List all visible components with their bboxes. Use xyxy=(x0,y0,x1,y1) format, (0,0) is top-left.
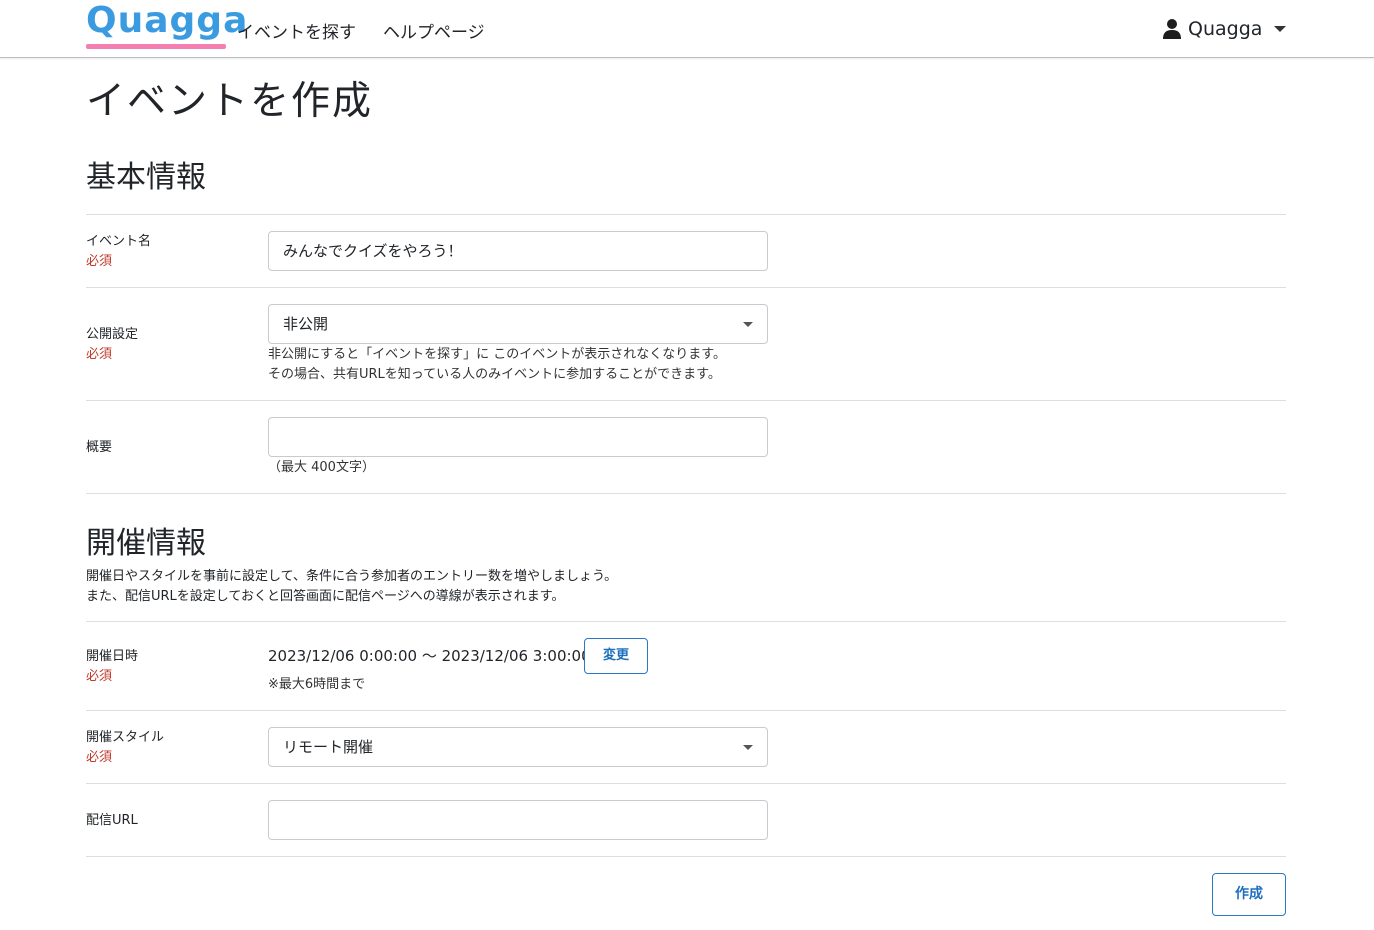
description-line: また、配信URLを設定しておくと回答画面に配信ページへの導線が表示されます。 xyxy=(86,589,565,604)
summary-label: 概要 xyxy=(86,438,112,458)
visibility-help-line: その場合、共有URLを知っている人のみイベントに参加することができます。 xyxy=(268,367,721,382)
create-button[interactable]: 作成 xyxy=(1212,873,1286,916)
required-badge: 必須 xyxy=(86,750,113,765)
divider xyxy=(86,710,1286,711)
quagga-logo[interactable]: Quagga xyxy=(86,0,247,50)
visibility-help: 非公開にすると「イベントを探す」に このイベントが表示されなくなります。 その場… xyxy=(268,345,726,385)
divider xyxy=(86,214,1286,215)
user-name: Quagga xyxy=(1188,18,1263,40)
visibility-label: 公開設定 必須 xyxy=(86,325,138,365)
stream-url-label: 配信URL xyxy=(86,811,138,831)
summary-help: （最大 400文字） xyxy=(268,460,375,475)
visibility-help-line: 非公開にすると「イベントを探す」に このイベントが表示されなくなります。 xyxy=(268,347,726,362)
style-selected-value: リモート開催 xyxy=(283,738,374,756)
divider xyxy=(86,287,1286,288)
visibility-select[interactable]: 非公開 xyxy=(268,304,768,344)
section-title-basic-info: 基本情報 xyxy=(86,160,206,195)
nav-link-help[interactable]: ヘルプページ xyxy=(383,18,485,43)
style-select[interactable]: リモート開催 xyxy=(268,727,768,767)
chevron-down-icon xyxy=(743,745,753,750)
description-line: 開催日やスタイルを事前に設定して、条件に合う参加者のエントリー数を増やしましょう… xyxy=(86,569,618,584)
change-datetime-button[interactable]: 変更 xyxy=(584,638,648,674)
divider xyxy=(86,493,1286,494)
user-icon xyxy=(1163,19,1181,39)
page-title: イベントを作成 xyxy=(86,79,374,124)
event-name-input[interactable]: みんなでクイズをやろう！ xyxy=(268,231,768,271)
event-name-label: イベント名 必須 xyxy=(86,232,151,272)
chevron-down-icon xyxy=(743,322,753,327)
required-badge: 必須 xyxy=(86,669,113,684)
event-name-label-text: イベント名 xyxy=(86,234,152,249)
style-label-text: 開催スタイル xyxy=(86,730,165,745)
nav-link-find-events[interactable]: イベントを探す xyxy=(237,18,356,43)
logo-underline xyxy=(86,44,226,49)
stream-url-input[interactable] xyxy=(268,800,768,840)
style-label: 開催スタイル 必須 xyxy=(86,728,164,768)
divider xyxy=(86,400,1286,401)
section-title-event-info: 開催情報 xyxy=(86,526,206,561)
datetime-label: 開催日時 必須 xyxy=(86,647,138,687)
summary-textarea[interactable] xyxy=(268,417,768,457)
summary-label-text: 概要 xyxy=(86,440,113,455)
datetime-value: 2023/12/06 0:00:00 ～ 2023/12/06 3:00:00 xyxy=(268,647,591,665)
required-badge: 必須 xyxy=(86,347,113,362)
datetime-help: ※最大6時間まで xyxy=(268,677,366,692)
visibility-label-text: 公開設定 xyxy=(86,327,139,342)
divider xyxy=(86,856,1286,857)
visibility-selected-value: 非公開 xyxy=(283,315,329,333)
event-info-description: 開催日やスタイルを事前に設定して、条件に合う参加者のエントリー数を増やしましょう… xyxy=(86,567,617,607)
required-badge: 必須 xyxy=(86,254,113,269)
user-menu-dropdown[interactable]: Quagga xyxy=(1162,16,1287,42)
navbar: Quagga イベントを探す ヘルプページ Quagga xyxy=(0,0,1374,58)
divider xyxy=(86,621,1286,622)
logo-text: Quagga xyxy=(86,0,249,41)
divider xyxy=(86,783,1286,784)
chevron-down-icon xyxy=(1274,26,1287,32)
stream-url-label-text: 配信URL xyxy=(86,813,138,828)
datetime-label-text: 開催日時 xyxy=(86,649,139,664)
